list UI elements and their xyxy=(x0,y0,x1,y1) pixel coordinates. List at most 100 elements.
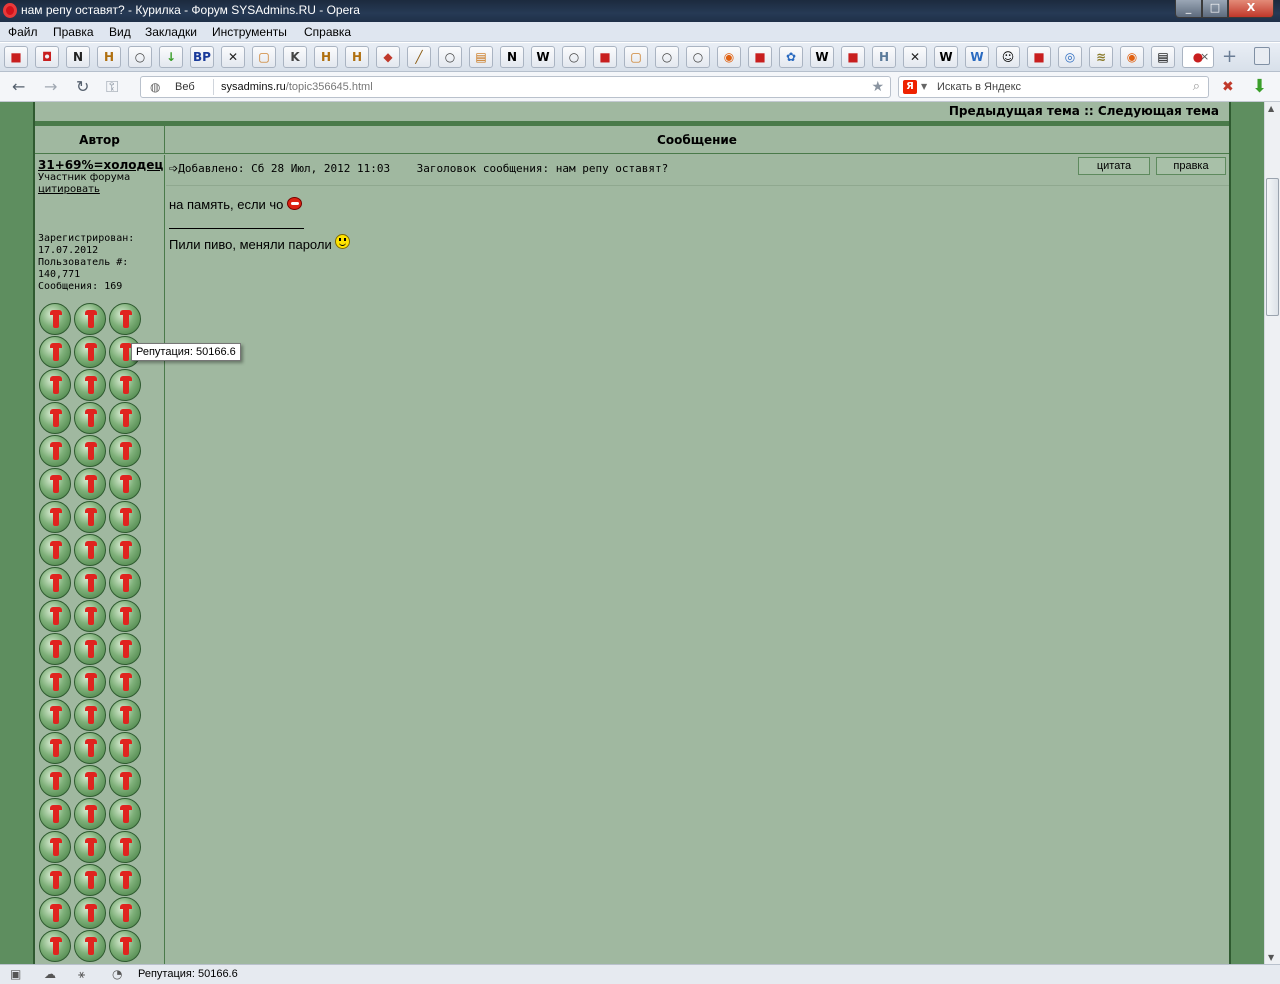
bookmark-button[interactable]: W xyxy=(810,46,834,68)
bookmark-button[interactable]: ◎ xyxy=(1058,46,1082,68)
post-body: на память, если чо xyxy=(169,197,303,212)
bookmark-button[interactable]: W xyxy=(934,46,958,68)
bookmark-button[interactable]: ☺ xyxy=(996,46,1020,68)
scroll-up-icon[interactable]: ▲ xyxy=(1268,104,1274,113)
cloud-icon[interactable]: ☁ xyxy=(44,967,56,981)
bookmark-button[interactable]: H xyxy=(97,46,121,68)
bookmark-button[interactable]: ✿ xyxy=(779,46,803,68)
menu-file[interactable]: Файл xyxy=(8,25,38,39)
bookmark-button[interactable]: ○ xyxy=(562,46,586,68)
bookmark-button[interactable]: ▤ xyxy=(469,46,493,68)
reputation-badge-icon xyxy=(39,534,71,566)
reputation-badge-icon xyxy=(39,567,71,599)
forward-button[interactable]: → xyxy=(44,77,57,96)
reputation-badge-icon xyxy=(74,468,106,500)
menu-edit[interactable]: Правка xyxy=(53,25,94,39)
close-window-button[interactable]: X xyxy=(1228,0,1274,18)
back-button[interactable]: ← xyxy=(12,77,25,96)
post-divider xyxy=(166,185,1229,186)
bookmark-button[interactable]: ╱ xyxy=(407,46,431,68)
reputation-badge-icon xyxy=(74,567,106,599)
bookmark-button[interactable]: N xyxy=(500,46,524,68)
search-field[interactable]: Я ▼ Искать в Яндекс ⌕ xyxy=(898,76,1209,98)
scrollbar-thumb[interactable] xyxy=(1266,178,1279,316)
reputation-badge-icon xyxy=(109,930,141,962)
opera-logo-icon xyxy=(3,3,17,18)
reputation-badge-icon xyxy=(109,369,141,401)
quote-button[interactable]: цитата xyxy=(1078,157,1150,175)
prev-next-topic-links[interactable]: Предыдущая тема :: Следующая тема xyxy=(949,104,1219,118)
key-icon[interactable]: ⚿ xyxy=(106,77,118,97)
menu-bookmarks[interactable]: Закладки xyxy=(145,25,197,39)
bookmark-button[interactable]: ✕ xyxy=(903,46,927,68)
post-meta: ➩Добавлено: Сб 28 Июл, 2012 11:03 Заголо… xyxy=(169,162,668,175)
share-icon[interactable]: ⚹ xyxy=(78,967,85,982)
bookmark-button[interactable]: W xyxy=(965,46,989,68)
bookmark-button[interactable]: ≋ xyxy=(1089,46,1113,68)
maximize-button[interactable]: □ xyxy=(1202,0,1228,18)
reputation-badge-icon xyxy=(74,930,106,962)
bookmark-button[interactable]: ✕ xyxy=(221,46,245,68)
bookmark-button[interactable]: H xyxy=(314,46,338,68)
yandex-icon[interactable]: Я xyxy=(903,80,917,94)
url-text[interactable]: sysadmins.ru/topic356645.html xyxy=(221,81,373,93)
reputation-badge-icon xyxy=(74,369,106,401)
bookmark-button[interactable]: ◉ xyxy=(717,46,741,68)
scroll-down-icon[interactable]: ▼ xyxy=(1268,953,1274,962)
reputation-badge-icon xyxy=(74,435,106,467)
bookmark-button[interactable]: ○ xyxy=(438,46,462,68)
reload-button[interactable]: ↻ xyxy=(76,77,89,96)
reputation-badge-icon xyxy=(39,897,71,929)
menu-tools[interactable]: Инструменты xyxy=(212,25,287,39)
address-field[interactable]: ◍ Веб sysadmins.ru/topic356645.html ★ xyxy=(140,76,891,98)
search-engine-dropdown-icon[interactable]: ▼ xyxy=(921,82,927,91)
globe-icon: ◍ xyxy=(150,80,161,94)
bookmark-button[interactable]: BP xyxy=(190,46,214,68)
bookmark-button[interactable]: ■ xyxy=(841,46,865,68)
bookmark-button[interactable]: ◉ xyxy=(1120,46,1144,68)
bookmark-button[interactable]: K xyxy=(283,46,307,68)
speed-dial-icon[interactable]: ◔ xyxy=(112,967,122,981)
bookmark-button[interactable]: H xyxy=(872,46,896,68)
extension-icon[interactable]: ✖ xyxy=(1222,79,1234,95)
bookmark-button[interactable]: ▢ xyxy=(624,46,648,68)
reputation-badge-icon xyxy=(39,501,71,533)
trash-icon[interactable] xyxy=(1254,47,1270,65)
bookmark-button[interactable]: ▢ xyxy=(252,46,276,68)
reputation-badge-icon xyxy=(39,831,71,863)
bookmark-button[interactable]: ◆ xyxy=(376,46,400,68)
bookmark-star-icon[interactable]: ★ xyxy=(871,79,884,95)
bookmark-button[interactable]: ○ xyxy=(128,46,152,68)
menu-view[interactable]: Вид xyxy=(109,25,131,39)
bookmark-button[interactable]: ■ xyxy=(748,46,772,68)
minimize-button[interactable]: _ xyxy=(1175,0,1202,18)
bookmark-button[interactable]: W xyxy=(531,46,555,68)
panel-toggle-icon[interactable]: ▣ xyxy=(10,967,21,981)
post-link-icon[interactable]: ➩ xyxy=(169,162,178,175)
bookmark-button[interactable]: ○ xyxy=(655,46,679,68)
author-quote-link[interactable]: цитировать xyxy=(38,184,100,195)
bookmark-button[interactable]: ↓ xyxy=(159,46,183,68)
author-name-link[interactable]: 31+69%=холодец xyxy=(38,158,163,172)
menu-help[interactable]: Справка xyxy=(304,25,351,39)
close-tab-icon[interactable]: × xyxy=(1200,50,1209,63)
edit-button[interactable]: правка xyxy=(1156,157,1226,175)
bookmark-button[interactable]: ■ xyxy=(4,46,28,68)
bookmark-button[interactable]: ■ xyxy=(593,46,617,68)
bookmark-button[interactable]: ○ xyxy=(686,46,710,68)
bookmark-button[interactable]: ◘ xyxy=(35,46,59,68)
reputation-badge-icon xyxy=(39,732,71,764)
bookmark-button[interactable]: ▤ xyxy=(1151,46,1175,68)
reputation-badge-icon xyxy=(109,864,141,896)
search-icon[interactable]: ⌕ xyxy=(1193,79,1200,94)
bookmark-button[interactable]: H xyxy=(345,46,369,68)
download-icon[interactable]: ⬇ xyxy=(1252,76,1267,97)
vertical-scrollbar[interactable]: ▲ ▼ xyxy=(1264,102,1280,964)
web-label[interactable]: Веб xyxy=(175,81,195,93)
bookmark-button[interactable]: ■ xyxy=(1027,46,1051,68)
table-header: Автор Сообщение xyxy=(35,126,1229,154)
reputation-badge-icon xyxy=(39,303,71,335)
bookmark-button[interactable]: N xyxy=(66,46,90,68)
new-tab-button[interactable]: + xyxy=(1222,46,1237,67)
reputation-badge-icon xyxy=(109,567,141,599)
